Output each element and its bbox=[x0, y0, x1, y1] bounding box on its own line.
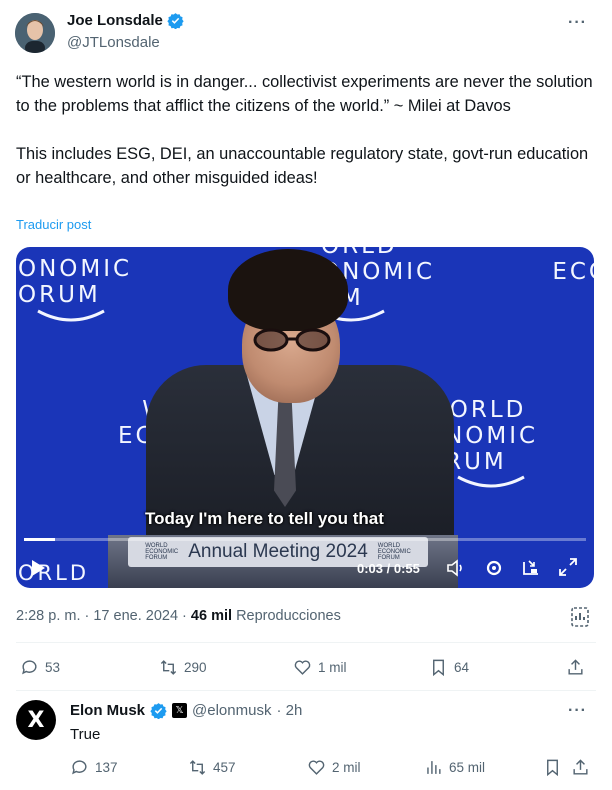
reply-icon bbox=[72, 760, 87, 775]
share-icon bbox=[568, 659, 583, 675]
reply-more-icon[interactable]: ··· bbox=[568, 703, 587, 719]
tweet-timestamp[interactable]: 2:28 p. m. · 17 ene. 2024 · bbox=[16, 608, 187, 624]
pip-icon[interactable] bbox=[522, 559, 540, 577]
author-name-row[interactable]: Joe Lonsdale bbox=[67, 12, 184, 29]
reply-like-count: 2 mil bbox=[332, 760, 361, 775]
wef-small-logo-icon: WORLD ECONOMIC FORUM bbox=[377, 543, 411, 561]
reply-author-avatar[interactable]: X bbox=[16, 700, 56, 740]
repost-count: 290 bbox=[184, 660, 207, 675]
repost-button[interactable]: 290 bbox=[159, 658, 207, 677]
reply-views-count: 65 mil bbox=[449, 760, 486, 775]
bookmark-icon bbox=[433, 659, 444, 677]
more-icon[interactable]: ··· bbox=[568, 15, 587, 31]
tweet-meta: 2:28 p. m. · 17 ene. 2024 · 46 mil Repro… bbox=[16, 608, 341, 624]
reply-icon bbox=[22, 660, 37, 675]
divider bbox=[16, 690, 596, 691]
reply-time[interactable]: · 2h bbox=[276, 702, 302, 719]
reply-count: 53 bbox=[45, 660, 61, 675]
divider bbox=[16, 642, 596, 643]
verified-badge-icon bbox=[167, 13, 184, 29]
video-time: 0:03 / 0:55 bbox=[357, 561, 420, 576]
reply-repost-button[interactable]: 457 bbox=[188, 758, 236, 777]
bookmark-icon bbox=[547, 759, 558, 777]
reply-repost-count: 457 bbox=[213, 760, 236, 775]
video-player[interactable]: ONOMIC ORUM ORLD ONOMIC UM ECC F W ECC F… bbox=[16, 247, 594, 588]
video-progress-fill bbox=[24, 538, 55, 541]
share-button[interactable] bbox=[566, 658, 585, 677]
translate-post-link[interactable]: Traducir post bbox=[16, 217, 91, 232]
bookmark-count: 64 bbox=[454, 660, 470, 675]
tweet-body: “The western world is in danger... colle… bbox=[16, 70, 596, 214]
reply-like-button[interactable]: 2 mil bbox=[307, 758, 361, 777]
views-bar-icon bbox=[427, 761, 441, 774]
like-count: 1 mil bbox=[318, 660, 347, 675]
views-count: 46 mil bbox=[190, 608, 233, 624]
x-affiliate-badge-icon: 𝕏 bbox=[172, 703, 188, 718]
heart-icon bbox=[294, 660, 311, 675]
reply-author-name[interactable]: Elon Musk bbox=[70, 702, 145, 719]
wef-text: ONOMIC bbox=[18, 256, 133, 282]
author-name[interactable]: Joe Lonsdale bbox=[67, 12, 163, 29]
views-label: Reproducciones bbox=[236, 608, 341, 624]
wef-text: ORUM bbox=[18, 282, 101, 308]
wef-logo-left: ONOMIC ORUM bbox=[18, 256, 132, 308]
wef-small-logo-icon: WORLD ECONOMIC FORUM bbox=[145, 543, 179, 561]
repost-icon bbox=[189, 760, 206, 775]
wef-arc-icon bbox=[37, 309, 105, 322]
video-subtitle: Today I'm here to tell you that bbox=[145, 509, 384, 528]
author-avatar[interactable] bbox=[15, 13, 55, 53]
repost-icon bbox=[160, 660, 177, 675]
wef-text: ECC bbox=[552, 259, 594, 285]
play-icon[interactable] bbox=[30, 559, 46, 577]
wef-arc-icon bbox=[457, 475, 525, 488]
reply-author-row[interactable]: Elon Musk 𝕏 @elonmusk · 2h bbox=[70, 702, 302, 719]
verified-badge-icon bbox=[150, 703, 167, 719]
heart-icon bbox=[308, 760, 325, 775]
wef-bottom-left-text: ORLD bbox=[18, 561, 89, 585]
reply-reply-count: 137 bbox=[95, 760, 118, 775]
wef-logo-top-right: ECC F bbox=[548, 259, 594, 311]
banner-text: Annual Meeting 2024 bbox=[188, 541, 368, 562]
views-analytics-icon[interactable] bbox=[570, 606, 590, 628]
share-icon bbox=[573, 759, 588, 775]
reply-author-handle[interactable]: @elonmusk bbox=[192, 702, 271, 719]
reply-views-button[interactable]: 65 mil bbox=[424, 758, 485, 777]
settings-icon[interactable] bbox=[485, 559, 503, 577]
reply-text: True bbox=[70, 726, 101, 743]
volume-icon[interactable] bbox=[446, 559, 466, 577]
author-handle[interactable]: @JTLonsdale bbox=[67, 34, 160, 51]
reply-button[interactable]: 53 bbox=[20, 658, 60, 677]
bookmark-button[interactable]: 64 bbox=[429, 658, 469, 677]
fullscreen-icon[interactable] bbox=[558, 557, 578, 577]
tweet-paragraph-2: This includes ESG, DEI, an unaccountable… bbox=[16, 145, 589, 187]
speaker-hair bbox=[228, 249, 348, 331]
wef-text: F bbox=[548, 285, 594, 311]
video-progress-track[interactable] bbox=[24, 538, 586, 541]
reply-bookmark-button[interactable] bbox=[543, 758, 562, 777]
glasses-icon bbox=[253, 328, 331, 352]
like-button[interactable]: 1 mil bbox=[293, 658, 347, 677]
reply-share-button[interactable] bbox=[571, 758, 590, 777]
wef-text: ORLD bbox=[321, 247, 435, 259]
tweet-paragraph-1: “The western world is in danger... colle… bbox=[16, 73, 593, 115]
reply-reply-button[interactable]: 137 bbox=[70, 758, 118, 777]
